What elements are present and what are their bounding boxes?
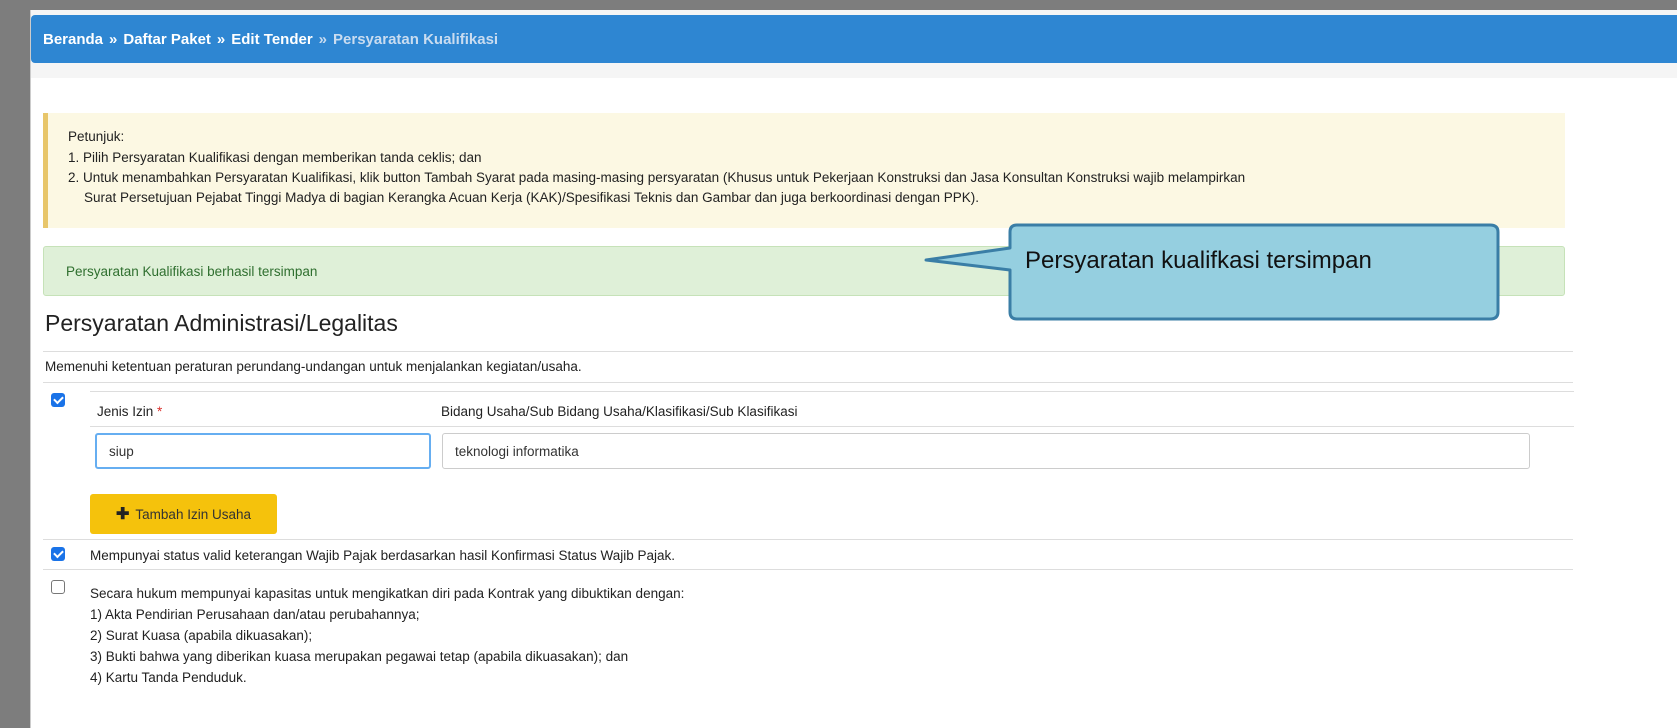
plus-icon: ✚ bbox=[116, 506, 130, 523]
izin-checkbox[interactable] bbox=[51, 393, 65, 407]
list-item: 1) Akta Pendirian Perusahaan dan/atau pe… bbox=[90, 607, 420, 622]
breadcrumb-separator: » bbox=[216, 30, 226, 48]
hint-title: Petunjuk: bbox=[68, 129, 125, 144]
hint-line-1: 1. Pilih Persyaratan Kualifikasi dengan … bbox=[68, 150, 482, 165]
breadcrumb-beranda[interactable]: Beranda bbox=[43, 31, 103, 48]
hint-line-2b: Surat Persetujuan Pejabat Tinggi Madya d… bbox=[84, 190, 980, 205]
pajak-text: Mempunyai status valid keterangan Wajib … bbox=[90, 548, 676, 563]
add-izin-usaha-button[interactable]: ✚ Tambah Izin Usaha bbox=[90, 494, 277, 534]
browser-frame: Beranda » Daftar Paket » Edit Tender » P… bbox=[30, 10, 1677, 728]
list-item: 3) Bukti bahwa yang diberikan kuasa meru… bbox=[90, 649, 629, 664]
bidang-usaha-label: Bidang Usaha/Sub Bidang Usaha/Klasifikas… bbox=[441, 404, 798, 419]
divider bbox=[43, 539, 1573, 540]
main-content: Petunjuk: 1. Pilih Persyaratan Kualifika… bbox=[31, 78, 1677, 728]
add-izin-usaha-label: Tambah Izin Usaha bbox=[135, 506, 251, 522]
hukum-checkbox[interactable] bbox=[51, 580, 65, 594]
hukum-list: Secara hukum mempunyai kapasitas untuk m… bbox=[90, 583, 684, 688]
divider bbox=[90, 391, 1574, 392]
breadcrumb-separator: » bbox=[109, 30, 118, 48]
breadcrumb-daftar-paket[interactable]: Daftar Paket bbox=[123, 31, 211, 48]
breadcrumb: Beranda » Daftar Paket » Edit Tender » P… bbox=[31, 15, 1677, 63]
hint-box: Petunjuk: 1. Pilih Persyaratan Kualifika… bbox=[43, 113, 1565, 228]
breadcrumb-current: Persyaratan Kualifikasi bbox=[333, 30, 499, 48]
list-item: 4) Kartu Tanda Penduduk. bbox=[90, 670, 247, 685]
success-message: Persyaratan Kualifikasi berhasil tersimp… bbox=[66, 263, 318, 279]
divider bbox=[43, 351, 1573, 352]
breadcrumb-separator: » bbox=[318, 30, 328, 48]
hint-line-2: 2. Untuk menambahkan Persyaratan Kualifi… bbox=[68, 170, 1246, 185]
required-mark: * bbox=[157, 404, 163, 419]
section-description: Memenuhi ketentuan peraturan perundang-u… bbox=[45, 359, 582, 374]
divider bbox=[43, 569, 1573, 570]
callout-text: Persyaratan kualifkasi tersimpan bbox=[1025, 247, 1372, 274]
breadcrumb-edit-tender[interactable]: Edit Tender bbox=[231, 31, 312, 48]
divider bbox=[43, 382, 1573, 383]
pajak-checkbox[interactable] bbox=[51, 547, 65, 561]
jenis-izin-input[interactable]: siup bbox=[95, 433, 431, 469]
callout-shape bbox=[924, 223, 1500, 321]
section-title: Persyaratan Administrasi/Legalitas bbox=[45, 310, 398, 336]
bidang-usaha-input[interactable]: teknologi informatika bbox=[442, 433, 1530, 469]
divider bbox=[90, 426, 1574, 427]
jenis-izin-label: Jenis Izin * bbox=[97, 404, 163, 419]
list-item: 2) Surat Kuasa (apabila dikuasakan); bbox=[90, 628, 313, 643]
hukum-text: Secara hukum mempunyai kapasitas untuk m… bbox=[90, 586, 685, 601]
